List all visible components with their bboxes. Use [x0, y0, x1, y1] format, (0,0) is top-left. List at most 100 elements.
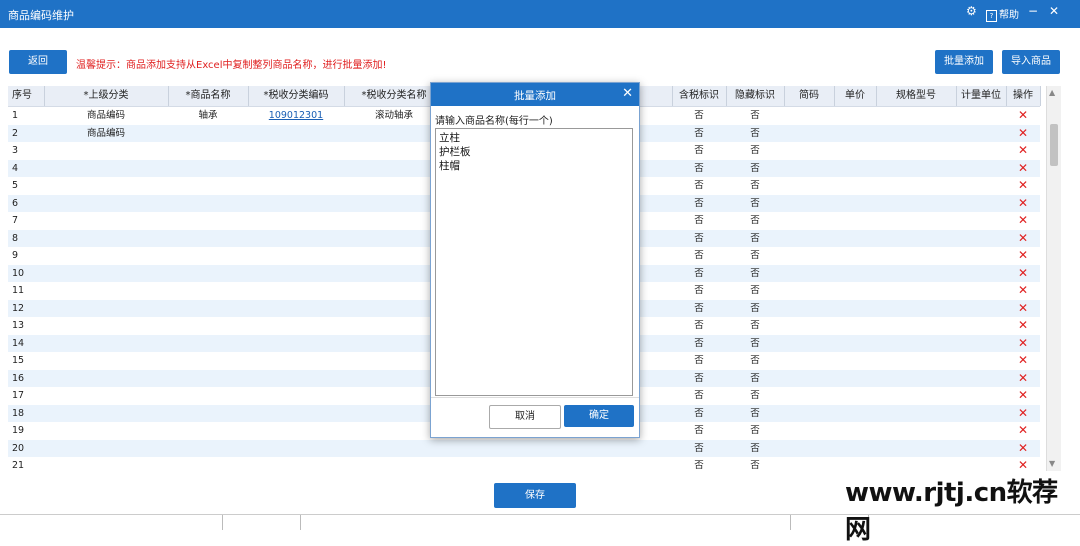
- row-number: 20: [12, 442, 25, 454]
- product-names-textarea[interactable]: 立柱 护栏板 柱帽: [435, 128, 633, 396]
- delete-row-icon[interactable]: ✕: [1006, 422, 1040, 439]
- delete-row-icon[interactable]: ✕: [1006, 247, 1040, 264]
- settings-icon[interactable]: ⚙: [966, 4, 977, 18]
- dialog-title: 批量添加: [514, 90, 556, 102]
- hide-flag-cell: 否: [750, 145, 760, 156]
- help-label: 帮助: [999, 10, 1019, 21]
- hide-flag-cell: 否: [750, 442, 760, 454]
- confirm-button[interactable]: 确定: [564, 405, 634, 427]
- tax-flag-cell: 否: [694, 302, 704, 314]
- tip-text: 温馨提示：商品添加支持从Excel中复制整列商品名称，进行批量添加!: [76, 60, 387, 71]
- row-number: 19: [12, 425, 25, 436]
- column-header: 简码: [784, 86, 835, 106]
- column-header: 规格型号: [876, 86, 957, 106]
- column-header: *上级分类: [44, 86, 169, 106]
- delete-row-icon[interactable]: ✕: [1006, 335, 1040, 352]
- scroll-down-icon[interactable]: ▼: [1049, 459, 1055, 468]
- tax-flag-cell: 否: [694, 215, 704, 226]
- dialog-divider: [431, 397, 639, 398]
- row-number: 18: [12, 407, 25, 419]
- import-button[interactable]: 导入商品: [1002, 50, 1060, 74]
- textarea-line: 柱帽: [439, 160, 460, 172]
- hide-flag-cell: 否: [750, 390, 760, 401]
- hide-flag-cell: 否: [750, 355, 760, 366]
- tax-code-link[interactable]: 109012301: [248, 107, 344, 124]
- save-button[interactable]: 保存: [494, 483, 576, 508]
- column-header: 含税标识: [672, 86, 727, 106]
- delete-row-icon[interactable]: ✕: [1006, 300, 1040, 317]
- parent-category-cell: 商品编码: [86, 110, 125, 121]
- hide-flag-cell: 否: [750, 267, 760, 279]
- scroll-thumb[interactable]: [1050, 124, 1058, 166]
- hide-flag-cell: 否: [750, 337, 760, 349]
- row-number: 14: [12, 337, 25, 349]
- scroll-up-icon[interactable]: ▲: [1049, 88, 1055, 97]
- help-icon: ?: [986, 10, 997, 22]
- row-number: 2: [12, 127, 19, 139]
- dialog-prompt: 请输入商品名称(每行一个): [435, 116, 553, 127]
- title-bar: 商品编码维护 ⚙ ? 帮助 − ✕: [0, 0, 1080, 28]
- dialog-close-icon[interactable]: ✕: [622, 86, 633, 101]
- tax-name-cell: 滚动轴承: [374, 110, 413, 121]
- bottom-divider: [300, 515, 301, 530]
- cancel-button[interactable]: 取消: [489, 405, 561, 429]
- bottom-divider: [222, 515, 223, 530]
- hide-flag-cell: 否: [750, 162, 760, 174]
- tax-flag-cell: 否: [694, 250, 704, 261]
- batch-add-button[interactable]: 批量添加: [935, 50, 993, 74]
- column-header: 操作: [1006, 86, 1041, 106]
- delete-row-icon[interactable]: ✕: [1006, 160, 1040, 177]
- row-number: 13: [12, 320, 25, 331]
- parent-category-cell: 商品编码: [86, 127, 125, 139]
- back-button[interactable]: 返回: [9, 50, 67, 74]
- help-button[interactable]: ? 帮助: [986, 6, 1019, 22]
- column-header: *税收分类编码: [248, 86, 345, 106]
- textarea-line: 立柱: [439, 132, 460, 144]
- vertical-scrollbar[interactable]: ▲ ▼: [1046, 86, 1061, 471]
- hide-flag-cell: 否: [750, 180, 760, 191]
- row-number: 9: [12, 250, 19, 261]
- delete-row-icon[interactable]: ✕: [1006, 317, 1040, 334]
- delete-row-icon[interactable]: ✕: [1006, 107, 1040, 124]
- tax-flag-cell: 否: [694, 180, 704, 191]
- row-number: 15: [12, 355, 25, 366]
- delete-row-icon[interactable]: ✕: [1006, 265, 1040, 282]
- tax-flag-cell: 否: [694, 110, 704, 121]
- tax-flag-cell: 否: [694, 390, 704, 401]
- row-number: 3: [12, 145, 19, 156]
- tax-flag-cell: 否: [694, 355, 704, 366]
- delete-row-icon[interactable]: ✕: [1006, 195, 1040, 212]
- minimize-button[interactable]: −: [1028, 4, 1038, 18]
- row-number: 10: [12, 267, 25, 279]
- delete-row-icon[interactable]: ✕: [1006, 142, 1040, 159]
- textarea-line: 护栏板: [439, 146, 471, 158]
- delete-row-icon[interactable]: ✕: [1006, 405, 1040, 422]
- tax-flag-cell: 否: [694, 162, 704, 174]
- row-number: 4: [12, 162, 19, 174]
- row-number: 1: [12, 110, 19, 121]
- dialog-header: 批量添加 ✕: [431, 83, 639, 106]
- site-watermark: www.rjtj.cn软荐网: [845, 478, 1058, 545]
- delete-row-icon[interactable]: ✕: [1006, 282, 1040, 299]
- row-number: 11: [12, 285, 25, 296]
- hide-flag-cell: 否: [750, 407, 760, 419]
- column-header: 单价: [834, 86, 877, 106]
- row-number: 6: [12, 197, 19, 209]
- hide-flag-cell: 否: [750, 110, 760, 121]
- delete-row-icon[interactable]: ✕: [1006, 125, 1040, 142]
- delete-row-icon[interactable]: ✕: [1006, 177, 1040, 194]
- column-header: 计量单位: [956, 86, 1007, 106]
- delete-row-icon[interactable]: ✕: [1006, 352, 1040, 369]
- delete-row-icon[interactable]: ✕: [1006, 212, 1040, 229]
- delete-row-icon[interactable]: ✕: [1006, 370, 1040, 387]
- row-number: 8: [12, 232, 19, 244]
- close-window-button[interactable]: ✕: [1049, 4, 1059, 18]
- delete-row-icon[interactable]: ✕: [1006, 230, 1040, 247]
- delete-row-icon[interactable]: ✕: [1006, 440, 1040, 457]
- product-name-cell: 轴承: [198, 110, 218, 121]
- hide-flag-cell: 否: [750, 285, 760, 296]
- column-header: *商品名称: [168, 86, 249, 106]
- tax-flag-cell: 否: [694, 267, 704, 279]
- delete-row-icon[interactable]: ✕: [1006, 387, 1040, 404]
- table-row[interactable]: 20 否 否 ✕: [8, 439, 1040, 457]
